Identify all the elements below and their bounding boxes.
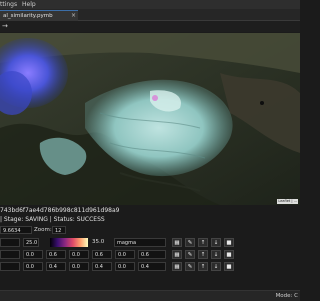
table-icon[interactable]: ▦ [172,250,182,259]
status-bar: Mode: C [0,290,300,301]
band-value[interactable]: 0.6 [46,250,66,259]
table-icon[interactable]: ▦ [172,238,182,247]
task-hash: 743bd6f7ae4d786b998c811d961d98a9 [0,207,120,214]
pencil-icon[interactable]: ✎ [185,262,195,271]
task-status: | Stage: SAVING | Status: SUCCESS [0,216,105,223]
pencil-icon[interactable]: ✎ [185,250,195,259]
delete-icon[interactable]: ■ [224,250,234,259]
tab-label: al_similarity.pymb [3,13,53,19]
band-value[interactable]: 0.6 [92,250,112,259]
menu-item-help[interactable]: Help [22,0,36,9]
band-value[interactable]: 0.0 [115,262,135,271]
zoom-field[interactable]: 12 [52,226,66,234]
layer-row: 0.0 0.4 0.0 0.4 0.0 0.4 ▦ ✎ ↑ ↓ ■ [0,262,300,272]
arrow-up-icon[interactable]: ↑ [198,250,208,259]
tab-notebook[interactable]: al_similarity.pymb × [0,10,78,21]
layer-row: 0.0 0.6 0.0 0.6 0.0 0.6 ▦ ✎ ↑ ↓ ■ [0,250,300,260]
band-value[interactable]: 0.4 [138,262,166,271]
toolbar: → [0,21,300,32]
band-value[interactable]: 0.0 [23,262,43,271]
band-value[interactable]: 0.0 [23,250,43,259]
band-value[interactable]: 0.4 [92,262,112,271]
delete-icon[interactable]: ■ [224,238,234,247]
satellite-map[interactable]: Leaflet | ... [0,33,300,205]
layer-name-field[interactable] [0,238,20,247]
arrow-right-icon[interactable]: → [2,21,8,32]
pencil-icon[interactable]: ✎ [185,238,195,247]
band-value[interactable]: 0.0 [69,250,89,259]
colormap-select[interactable]: magma [114,238,166,247]
layer-name-field[interactable] [0,262,20,271]
map-attribution[interactable]: Leaflet | ... [277,199,298,204]
band-value[interactable]: 0.0 [115,250,135,259]
arrow-down-icon[interactable]: ↓ [211,262,221,271]
arrow-up-icon[interactable]: ↑ [198,262,208,271]
tab-bar: al_similarity.pymb × [0,9,300,21]
delete-icon[interactable]: ■ [224,262,234,271]
range-max-value: 35.0 [92,239,105,245]
coordinate-field[interactable]: 9.6634 [0,226,32,234]
menu-bar: ttings Help [0,0,300,9]
menu-item-settings[interactable]: ttings [0,0,17,9]
control-panel: 743bd6f7ae4d786b998c811d961d98a9 | Stage… [0,205,300,290]
layer-name-field[interactable] [0,250,20,259]
map-imagery [0,33,300,205]
range-min-field[interactable]: 25.0 [23,238,39,247]
arrow-up-icon[interactable]: ↑ [198,238,208,247]
arrow-down-icon[interactable]: ↓ [211,238,221,247]
band-value[interactable]: 0.6 [138,250,166,259]
table-icon[interactable]: ▦ [172,262,182,271]
arrow-down-icon[interactable]: ↓ [211,250,221,259]
band-value[interactable]: 0.0 [69,262,89,271]
band-value[interactable]: 0.4 [46,262,66,271]
zoom-label: Zoom: [34,227,52,233]
close-icon[interactable]: × [71,11,76,21]
layer-row: 25.0 35.0 magma ▦ ✎ ↑ ↓ ■ [0,238,300,248]
colormap-preview [50,238,88,247]
